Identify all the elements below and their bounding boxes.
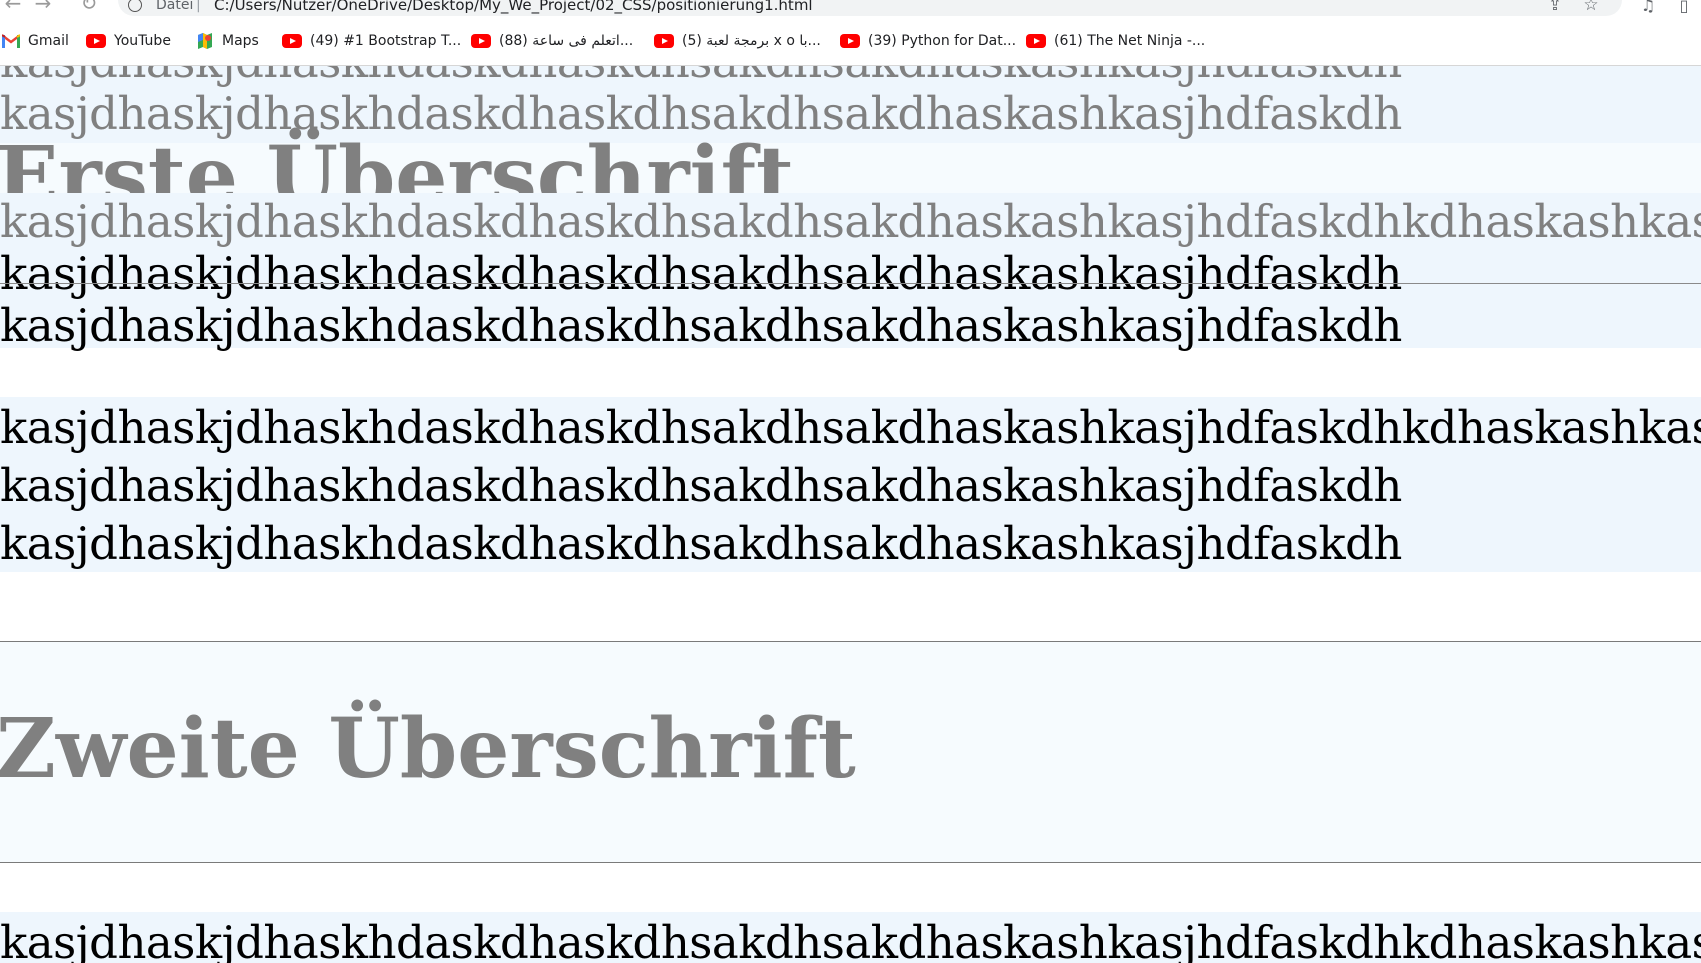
text-line: kasjdhaskjdhaskhdaskdhaskdhsakdhsakdhask… (0, 916, 1701, 963)
text-block-main: kasjdhaskjdhaskhdaskdhaskdhsakdhsakdhask… (0, 397, 1701, 572)
bookmark-xo-game[interactable]: (5) برمجة لعبة x o با... (654, 29, 821, 53)
address-bar[interactable]: Datei | C:/Users/Nutzer/OneDrive/Desktop… (118, 0, 1622, 16)
reload-icon[interactable]: ↻ (76, 0, 102, 16)
url-separator: | (196, 0, 201, 13)
browser-chrome: ← → ↻ Datei | C:/Users/Nutzer/OneDrive/D… (0, 0, 1701, 66)
youtube-icon (654, 34, 674, 48)
bookmark-label: Gmail (28, 33, 69, 49)
bookmark-label: (88) اتعلم فى ساعة... (499, 33, 634, 49)
text-line: kasjdhaskjdhaskhdaskdhaskdhsakdhsakdhask… (0, 247, 1402, 300)
page-content: kasjdhaskjdhaskhdaskdhaskdhsakdhsakdhask… (0, 65, 1701, 963)
bookmark-arabic-course[interactable]: (88) اتعلم فى ساعة... (471, 29, 633, 53)
maps-icon (196, 32, 214, 50)
second-heading: Zweite Überschrift (0, 701, 856, 797)
bookmark-label: (39) Python for Dat... (868, 33, 1017, 49)
bookmark-youtube[interactable]: YouTube (86, 29, 171, 53)
bookmark-gmail[interactable]: Gmail (1, 29, 69, 53)
bookmark-label: (61) The Net Ninja -... (1054, 33, 1206, 49)
gmail-icon (1, 34, 21, 48)
text-block-bottom: kasjdhaskjdhaskhdaskdhaskdhsakdhsakdhask… (0, 912, 1701, 963)
url-text[interactable]: C:/Users/Nutzer/OneDrive/Desktop/My_We_P… (214, 0, 813, 14)
bookmark-label: (5) برمجة لعبة x o با... (682, 33, 821, 49)
bookmark-label: YouTube (114, 33, 171, 49)
text-line: kasjdhaskjdhaskhdaskdhaskdhsakdhsakdhask… (0, 459, 1402, 512)
back-arrow-icon[interactable]: ← (0, 0, 26, 16)
forward-arrow-icon[interactable]: → (30, 0, 56, 16)
youtube-icon (840, 34, 860, 48)
bookmark-label: Maps (222, 33, 259, 49)
site-info-label: Datei (156, 0, 194, 13)
bookmarks-bar: Gmail YouTube Maps (49) #1 Bootstrap T..… (0, 26, 1701, 56)
share-icon[interactable]: ⇪ (1544, 0, 1566, 16)
bookmark-label: (49) #1 Bootstrap T... (310, 33, 462, 49)
youtube-icon (282, 34, 302, 48)
media-control-icon[interactable]: ♫ (1636, 0, 1660, 18)
info-icon[interactable] (128, 0, 142, 12)
text-block-middle: kasjdhaskjdhaskhdaskdhaskdhsakdhsakdhask… (0, 193, 1701, 352)
browser-toolbar: ← → ↻ Datei | C:/Users/Nutzer/OneDrive/D… (0, 0, 1701, 20)
text-line: kasjdhaskjdhaskhdaskdhaskdhsakdhsakdhask… (0, 517, 1402, 570)
bookmark-net-ninja[interactable]: (61) The Net Ninja -... (1026, 29, 1205, 53)
youtube-icon (86, 34, 106, 48)
youtube-icon (1026, 34, 1046, 48)
divider-line (0, 862, 1701, 863)
text-line: kasjdhaskjdhaskhdaskdhaskdhsakdhsakdhask… (0, 401, 1701, 454)
bookmark-bootstrap[interactable]: (49) #1 Bootstrap T... (282, 29, 461, 53)
text-line: kasjdhaskjdhaskhdaskdhaskdhsakdhsakdhask… (0, 299, 1402, 352)
star-icon[interactable]: ☆ (1580, 0, 1602, 16)
bookmark-python[interactable]: (39) Python for Dat... (840, 29, 1016, 53)
heading-section-2: Zweite Überschrift (0, 642, 1701, 862)
youtube-icon (471, 34, 491, 48)
bookmark-maps[interactable]: Maps (196, 29, 259, 53)
text-line: kasjdhaskjdhaskhdaskdhaskdhsakdhsakdhask… (0, 195, 1701, 248)
side-panel-icon[interactable]: ▯ (1672, 0, 1696, 18)
divider-line (0, 283, 1701, 284)
